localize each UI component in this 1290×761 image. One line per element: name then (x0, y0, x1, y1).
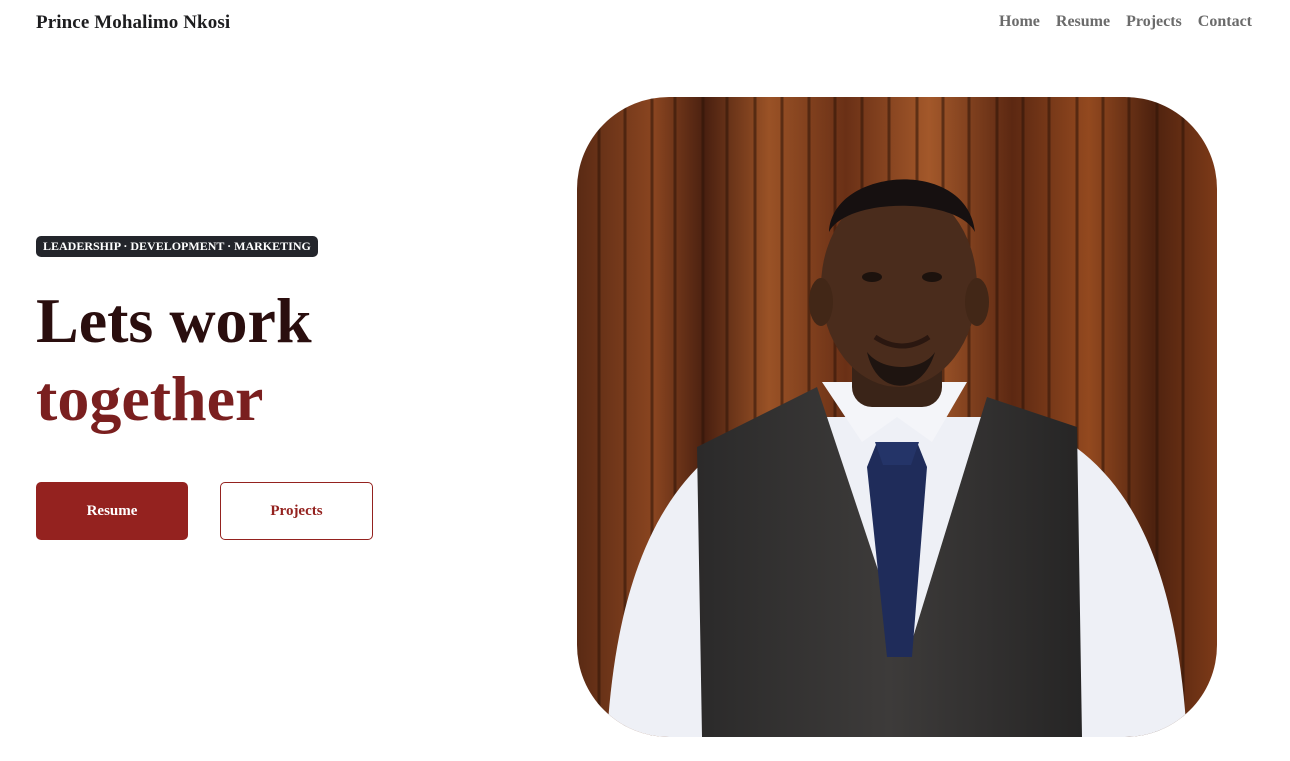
profile-photo-illustration (577, 97, 1217, 737)
resume-button[interactable]: Resume (36, 482, 188, 540)
nav-projects-link[interactable]: Projects (1126, 13, 1182, 31)
main-nav: Home Resume Projects Contact (999, 13, 1252, 31)
hero-headline: Lets work together (36, 282, 312, 438)
site-brand[interactable]: Prince Mohalimo Nkosi (36, 12, 230, 34)
profile-photo (577, 97, 1217, 737)
headline-line-2: together (36, 363, 264, 434)
nav-resume-link[interactable]: Resume (1056, 13, 1110, 31)
projects-button[interactable]: Projects (220, 482, 373, 540)
nav-home-link[interactable]: Home (999, 13, 1040, 31)
nav-contact-link[interactable]: Contact (1198, 13, 1252, 31)
headline-line-1: Lets work (36, 285, 312, 356)
skills-badge: LEADERSHIP · DEVELOPMENT · MARKETING (36, 236, 318, 257)
